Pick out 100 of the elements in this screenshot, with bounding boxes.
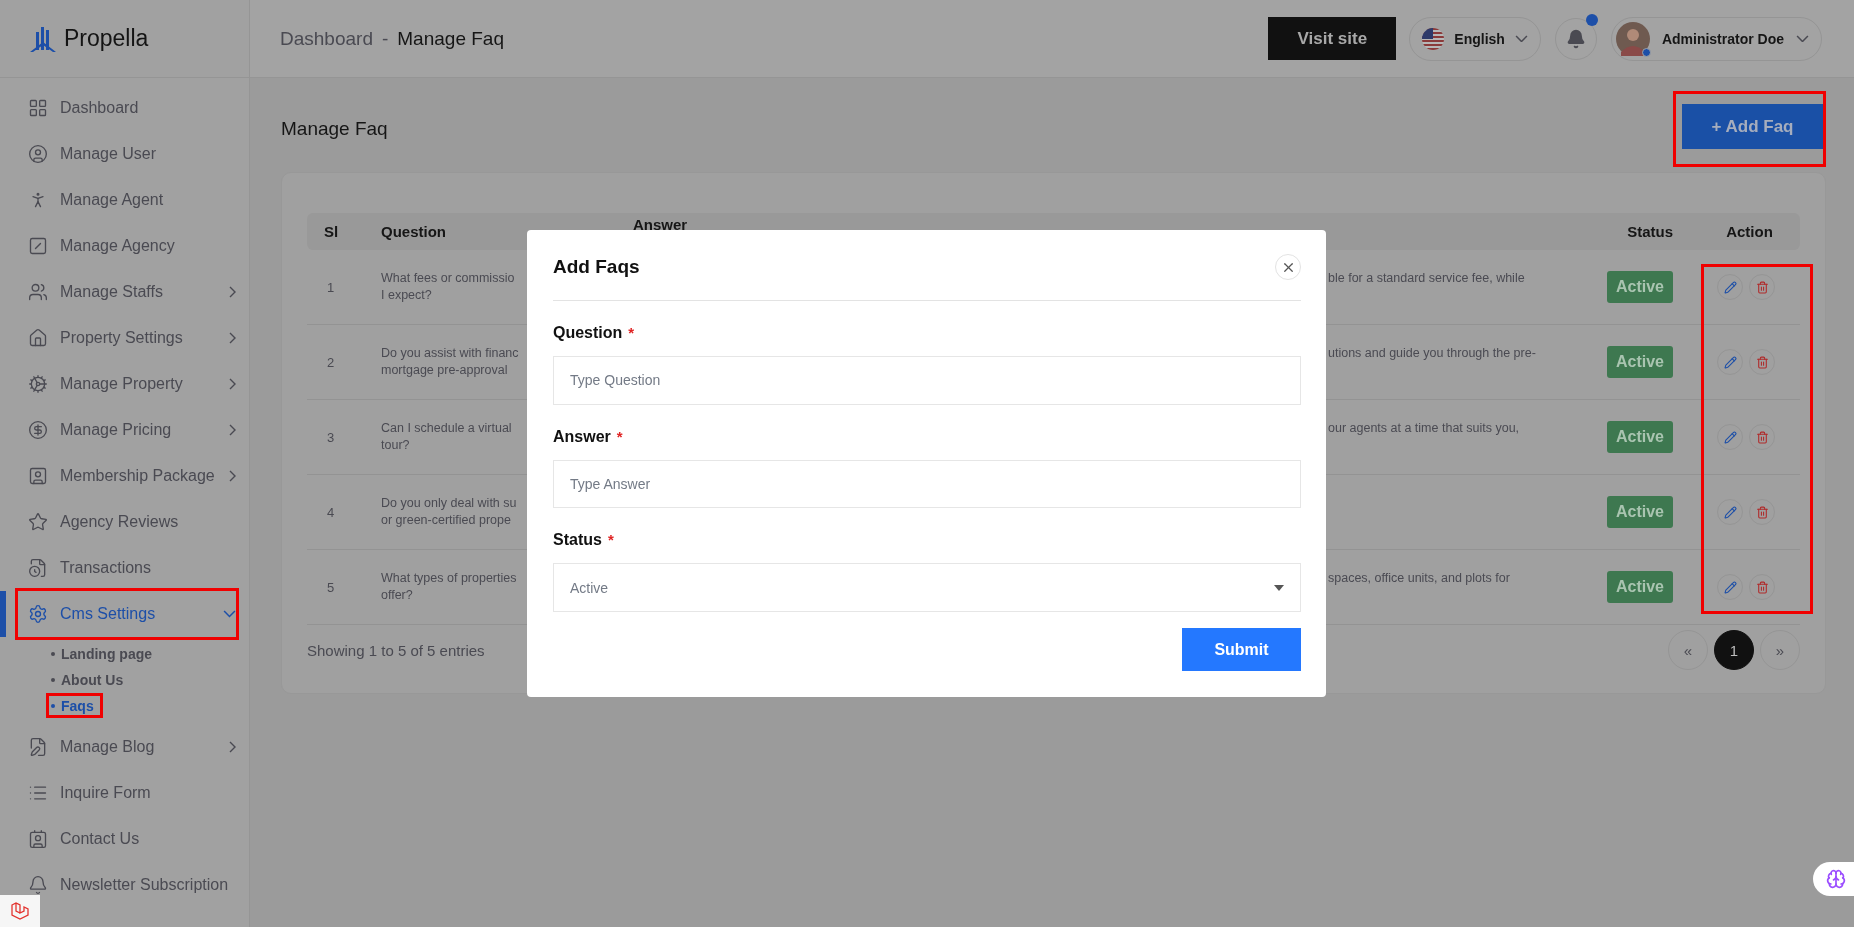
pencil-icon	[1723, 430, 1737, 444]
chevron-down-icon	[223, 610, 236, 618]
field-label: Status *	[553, 530, 615, 551]
field-label: Answer *	[553, 426, 624, 447]
visit-site-button[interactable]: Visit site	[1268, 17, 1397, 60]
submenu-item[interactable]: Faqs	[51, 696, 94, 715]
chevron-down-icon	[1796, 34, 1809, 43]
submenu-item[interactable]: About Us	[51, 670, 124, 689]
star-icon	[28, 512, 48, 532]
chevron-down-icon	[1514, 34, 1528, 43]
submenu-item[interactable]: Landing page	[51, 644, 152, 663]
sidebar-item[interactable]: Agency Reviews	[18, 512, 236, 532]
column-header: Status	[1626, 223, 1674, 240]
bell-icon	[28, 875, 48, 895]
trash-icon	[1755, 505, 1769, 519]
sidebar-item[interactable]: Manage Blog	[18, 737, 236, 757]
pencil-icon	[1723, 580, 1737, 594]
sidebar-item[interactable]: Manage Pricing	[18, 420, 236, 440]
table-cell: What fees or commissio I expect?	[381, 270, 515, 304]
chevron-right-icon	[229, 286, 236, 298]
sidebar-item[interactable]: Newsletter Subscription	[18, 875, 236, 895]
pencil-icon	[1723, 505, 1737, 519]
dollar-icon	[28, 420, 48, 440]
bell-icon	[1565, 28, 1586, 49]
field-label: Question *	[553, 322, 636, 343]
sidebar-item[interactable]: Manage User	[18, 144, 236, 164]
sidebar-item[interactable]: Membership Package	[18, 466, 236, 486]
trash-icon	[1755, 430, 1769, 444]
column-header: Action	[1725, 223, 1774, 240]
chevron-right-icon	[229, 741, 236, 753]
avatar	[1615, 21, 1650, 56]
breadcrumb-item: -	[381, 27, 389, 50]
status-select[interactable]: Active	[553, 563, 1301, 613]
debug-bar-button[interactable]	[0, 895, 40, 927]
chevron-right-icon	[229, 470, 236, 482]
sidebar-item[interactable]: Property Settings	[18, 328, 236, 348]
contact-icon	[28, 829, 48, 849]
input-field[interactable]: Type Question	[553, 355, 1301, 405]
status-badge: Active	[1606, 271, 1673, 303]
slashed-square-icon	[28, 236, 48, 256]
table-cell: Do you only deal with su or green-certified prope	[381, 495, 517, 529]
chevron-right-icon	[229, 378, 236, 390]
chevron-right-icon	[229, 332, 236, 344]
status-badge: Active	[1606, 571, 1673, 603]
file-clock-icon	[28, 558, 48, 578]
table-cell-text: 2	[326, 354, 336, 370]
breadcrumb-item[interactable]: Dashboard	[280, 27, 373, 50]
table-cell-text: ble for a standard service fee, while	[1327, 270, 1526, 287]
table-cell-text: 4	[326, 504, 336, 520]
column-header: Answer	[633, 215, 689, 233]
required-mark: *	[607, 531, 614, 549]
table-cell-text: 5	[326, 579, 336, 595]
caret-icon	[1274, 584, 1284, 591]
table-cell-text: utions and guide you through the pre-	[1327, 345, 1537, 362]
column-header: Sl	[323, 223, 340, 240]
pencil-icon	[1723, 355, 1737, 369]
document-pen-icon	[28, 737, 48, 757]
sidebar-item[interactable]: Manage Agency	[18, 236, 236, 256]
table-cell-text: spaces, office units, and plots for	[1327, 570, 1511, 587]
brand-name: Propella	[64, 25, 149, 52]
sidebar-item[interactable]: Manage Agent	[18, 190, 236, 210]
trash-icon	[1755, 580, 1769, 594]
add-faq-button[interactable]: + Add Faq	[1682, 104, 1823, 149]
input-field[interactable]: Type Answer	[553, 459, 1301, 509]
table-cell: Do you assist with financ mortgage pre-approval	[381, 345, 519, 379]
page-title: Manage Faq	[281, 118, 388, 140]
bullet-icon	[51, 677, 55, 682]
table-cell: What types of properties offer?	[381, 570, 517, 604]
cog-icon	[28, 374, 48, 394]
sidebar-item[interactable]: Contact Us	[18, 829, 236, 849]
user-menu[interactable]: Administrator Doe	[1610, 16, 1822, 61]
page-button[interactable]: 1	[1714, 630, 1754, 670]
language-selector[interactable]: English	[1409, 16, 1541, 61]
sidebar-item[interactable]: Manage Staffs	[18, 282, 236, 302]
trash-icon	[1755, 280, 1769, 294]
status-badge: Active	[1606, 496, 1673, 528]
sidebar-item[interactable]: Manage Property	[18, 374, 236, 394]
submit-button[interactable]: Submit	[1182, 628, 1301, 671]
flag-icon	[1422, 27, 1445, 50]
users-icon	[28, 282, 48, 302]
active-indicator	[0, 591, 6, 637]
entries-info: Showing 1 to 5 of 5 entries	[307, 641, 485, 659]
sidebar-item[interactable]: Cms Settings	[18, 591, 236, 637]
bullet-icon	[51, 703, 55, 708]
settings-icon	[28, 604, 48, 624]
user-icon	[28, 144, 48, 164]
column-header: Question	[381, 223, 447, 240]
pencil-icon	[1723, 280, 1737, 294]
close-button[interactable]	[1275, 254, 1301, 281]
trash-icon	[1755, 355, 1769, 369]
table-cell-text: our agents at a time that suits you,	[1327, 420, 1521, 437]
grid-icon	[28, 98, 48, 118]
breadcrumb-item: Manage Faq	[397, 27, 504, 50]
status-badge: Active	[1606, 346, 1673, 378]
notification-button[interactable]	[1554, 17, 1597, 60]
cube-icon	[10, 901, 30, 921]
sidebar-item[interactable]: Inquire Form	[18, 783, 236, 803]
assistant-button[interactable]	[1813, 862, 1854, 896]
sidebar-item[interactable]: Dashboard	[18, 98, 236, 118]
sidebar-item[interactable]: Transactions	[18, 558, 236, 578]
